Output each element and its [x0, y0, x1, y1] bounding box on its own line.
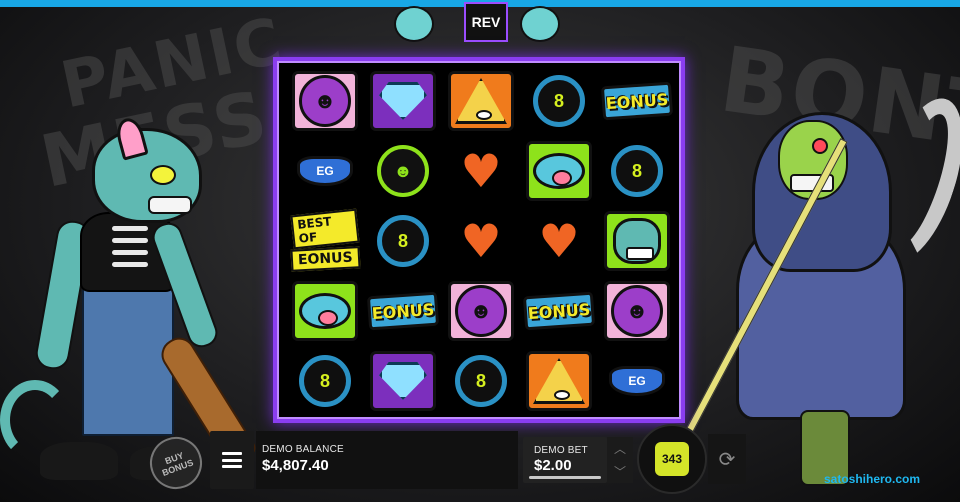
reel-cell	[442, 66, 520, 136]
reel-grid: ☻ 8 EONUS EG ☻ ♥ 8 BEST OF EONUS 8 ♥ ♥ EONUS ☻ EONUS ☻ 8…	[286, 66, 676, 418]
bonus-symbol: EONUS	[600, 81, 674, 121]
bet-value: $2.00	[534, 457, 572, 474]
reel-cell: ♥	[442, 136, 520, 206]
hamburger-menu-icon	[222, 452, 242, 468]
bet-label: DEMO BET	[534, 445, 588, 456]
game-logo-fragment: REV	[380, 0, 580, 55]
wings-symbol: EG	[292, 141, 358, 201]
reel-cell	[364, 66, 442, 136]
diamond-symbol	[370, 71, 436, 131]
reel-cell: 8	[442, 346, 520, 416]
catface-symbol	[604, 211, 670, 271]
bet-stepper[interactable]: ︿ ﹀	[607, 437, 633, 483]
bonus-symbol: EONUS	[366, 291, 440, 331]
wings-symbol: EG	[604, 351, 670, 411]
reel-cell: EG	[598, 346, 676, 416]
pyramid-symbol	[448, 71, 514, 131]
reel-cell: EONUS	[364, 276, 442, 346]
reel-cell: ☻	[442, 276, 520, 346]
bonus-symbol: EONUS	[522, 291, 596, 331]
menu-button[interactable]	[210, 431, 254, 489]
reel-cell: EONUS	[520, 276, 598, 346]
coin-symbol: 8	[292, 351, 358, 411]
coin-symbol: 8	[604, 141, 670, 201]
reel-cell: 8	[598, 136, 676, 206]
reel-cell	[598, 206, 676, 276]
reel-cell	[520, 346, 598, 416]
smiley-green-symbol: ☻	[370, 141, 436, 201]
reel-cell	[520, 136, 598, 206]
heart-symbol: ♥	[538, 214, 580, 268]
chevron-up-icon[interactable]: ︿	[614, 440, 626, 457]
autoplay-button[interactable]: ⟳	[708, 434, 746, 484]
reel-cell	[364, 346, 442, 416]
skull-icon	[394, 6, 434, 42]
reel-cell: 8	[364, 206, 442, 276]
coin-symbol: 8	[526, 71, 592, 131]
balance-value: $4,807.40	[262, 457, 329, 474]
heart-symbol: ♥	[460, 214, 502, 268]
reel-cell: ☻	[364, 136, 442, 206]
heart-symbol: ♥	[460, 144, 502, 198]
pyramid-symbol	[526, 351, 592, 411]
mouth-symbol	[292, 281, 358, 341]
reel-cell: BEST OF EONUS	[286, 206, 364, 276]
logo-text: REV	[464, 2, 508, 42]
spin-button[interactable]: 343	[655, 442, 689, 476]
balance-panel: DEMO BALANCE $4,807.40	[256, 431, 518, 489]
reel-cell	[286, 276, 364, 346]
balance-label: DEMO BALANCE	[262, 444, 344, 455]
smiley-purple-symbol: ☻	[448, 281, 514, 341]
site-watermark: satoshihero.com	[824, 472, 921, 486]
reel-cell: EONUS	[598, 66, 676, 136]
reel-cell: ☻	[286, 66, 364, 136]
diamond-symbol	[370, 351, 436, 411]
autoplay-icon: ⟳	[718, 448, 736, 471]
reel-cell: ☻	[598, 276, 676, 346]
reel-cell: ♥	[520, 206, 598, 276]
reel-cell: 8	[286, 346, 364, 416]
bet-panel[interactable]: DEMO BET $2.00	[523, 437, 607, 483]
chevron-down-icon[interactable]: ﹀	[614, 463, 626, 480]
reel-cell: 8	[520, 66, 598, 136]
mouth-symbol	[526, 141, 592, 201]
bestof-symbol: BEST OF EONUS	[290, 208, 360, 272]
reel-cell: EG	[286, 136, 364, 206]
smiley-purple-symbol: ☻	[604, 281, 670, 341]
reel-cell: ♥	[442, 206, 520, 276]
coin-symbol: 8	[448, 351, 514, 411]
smiley-purple-symbol: ☻	[292, 71, 358, 131]
skull-icon	[520, 6, 560, 42]
coin-symbol: 8	[370, 211, 436, 271]
spin-button-ring[interactable]: 343	[637, 424, 707, 494]
